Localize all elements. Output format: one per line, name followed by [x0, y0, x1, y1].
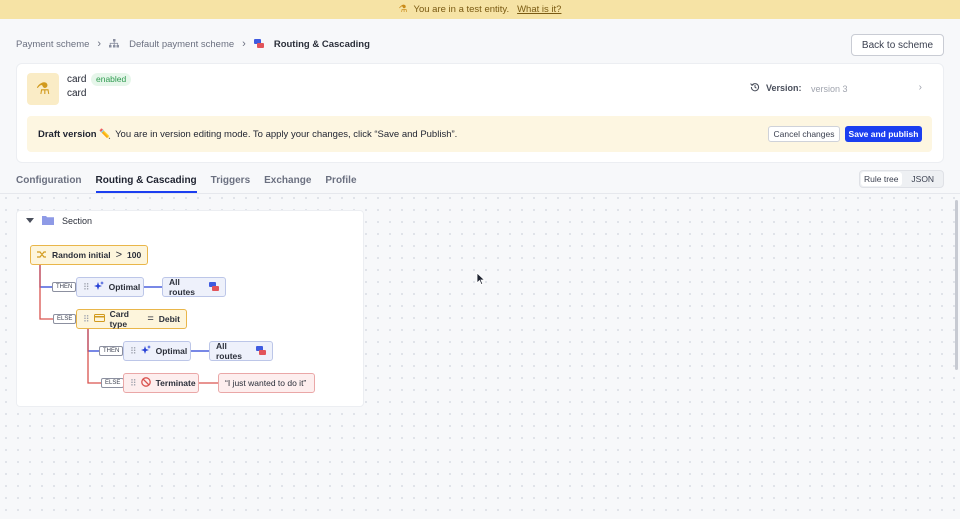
terminate-message: “I just wanted to do it” — [225, 378, 307, 388]
all-routes-node[interactable]: All routes — [162, 277, 226, 297]
drag-handle-icon[interactable]: ⠿ — [130, 346, 137, 357]
all-routes-node[interactable]: All routes — [209, 341, 273, 361]
section-header[interactable]: Section — [26, 215, 92, 227]
action-label: Terminate — [155, 378, 196, 388]
else-pill: ELSE — [101, 378, 125, 388]
condition-operator: = — [147, 313, 154, 325]
terminate-message-node[interactable]: “I just wanted to do it” — [218, 373, 315, 393]
routes-label: All routes — [216, 341, 242, 361]
drag-handle-icon[interactable]: ⠿ — [130, 378, 137, 389]
prohibited-icon — [140, 377, 151, 389]
drag-handle-icon[interactable]: ⠿ — [83, 282, 90, 293]
root-condition-node[interactable]: Random initial > 100 — [30, 245, 149, 265]
then-pill: THEN — [52, 282, 77, 292]
caret-down-icon — [26, 216, 34, 226]
condition-label: Card type — [109, 309, 129, 329]
drag-handle-icon[interactable]: ⠿ — [83, 314, 90, 325]
optimal-strategy-node[interactable]: ⠿ Optimal — [123, 341, 191, 361]
optimal-strategy-node[interactable]: ⠿ Optimal — [76, 277, 144, 297]
scrollbar[interactable] — [955, 200, 958, 370]
terminate-action-node[interactable]: ⠿ Terminate — [123, 373, 199, 393]
routes-label: All routes — [169, 277, 195, 297]
sparkle-icon — [93, 281, 104, 293]
strategy-label: Optimal — [155, 346, 188, 356]
condition-operator: > — [115, 249, 122, 261]
condition-value: Debit — [158, 314, 180, 324]
card-type-condition-node[interactable]: ⠿ Card type = Debit — [76, 309, 187, 329]
condition-label: Random initial — [52, 250, 111, 260]
credit-card-icon — [93, 314, 105, 324]
section-label: Section — [62, 216, 93, 226]
sparkle-icon — [140, 345, 151, 357]
else-pill: ELSE — [53, 314, 77, 324]
shuffle-icon — [37, 250, 47, 261]
routing-icon — [256, 345, 266, 357]
mouse-cursor-icon — [476, 272, 486, 286]
folder-icon — [42, 215, 54, 227]
condition-value: 100 — [127, 250, 142, 260]
then-pill: THEN — [99, 346, 124, 356]
strategy-label: Optimal — [108, 282, 141, 292]
routing-icon — [209, 281, 219, 293]
